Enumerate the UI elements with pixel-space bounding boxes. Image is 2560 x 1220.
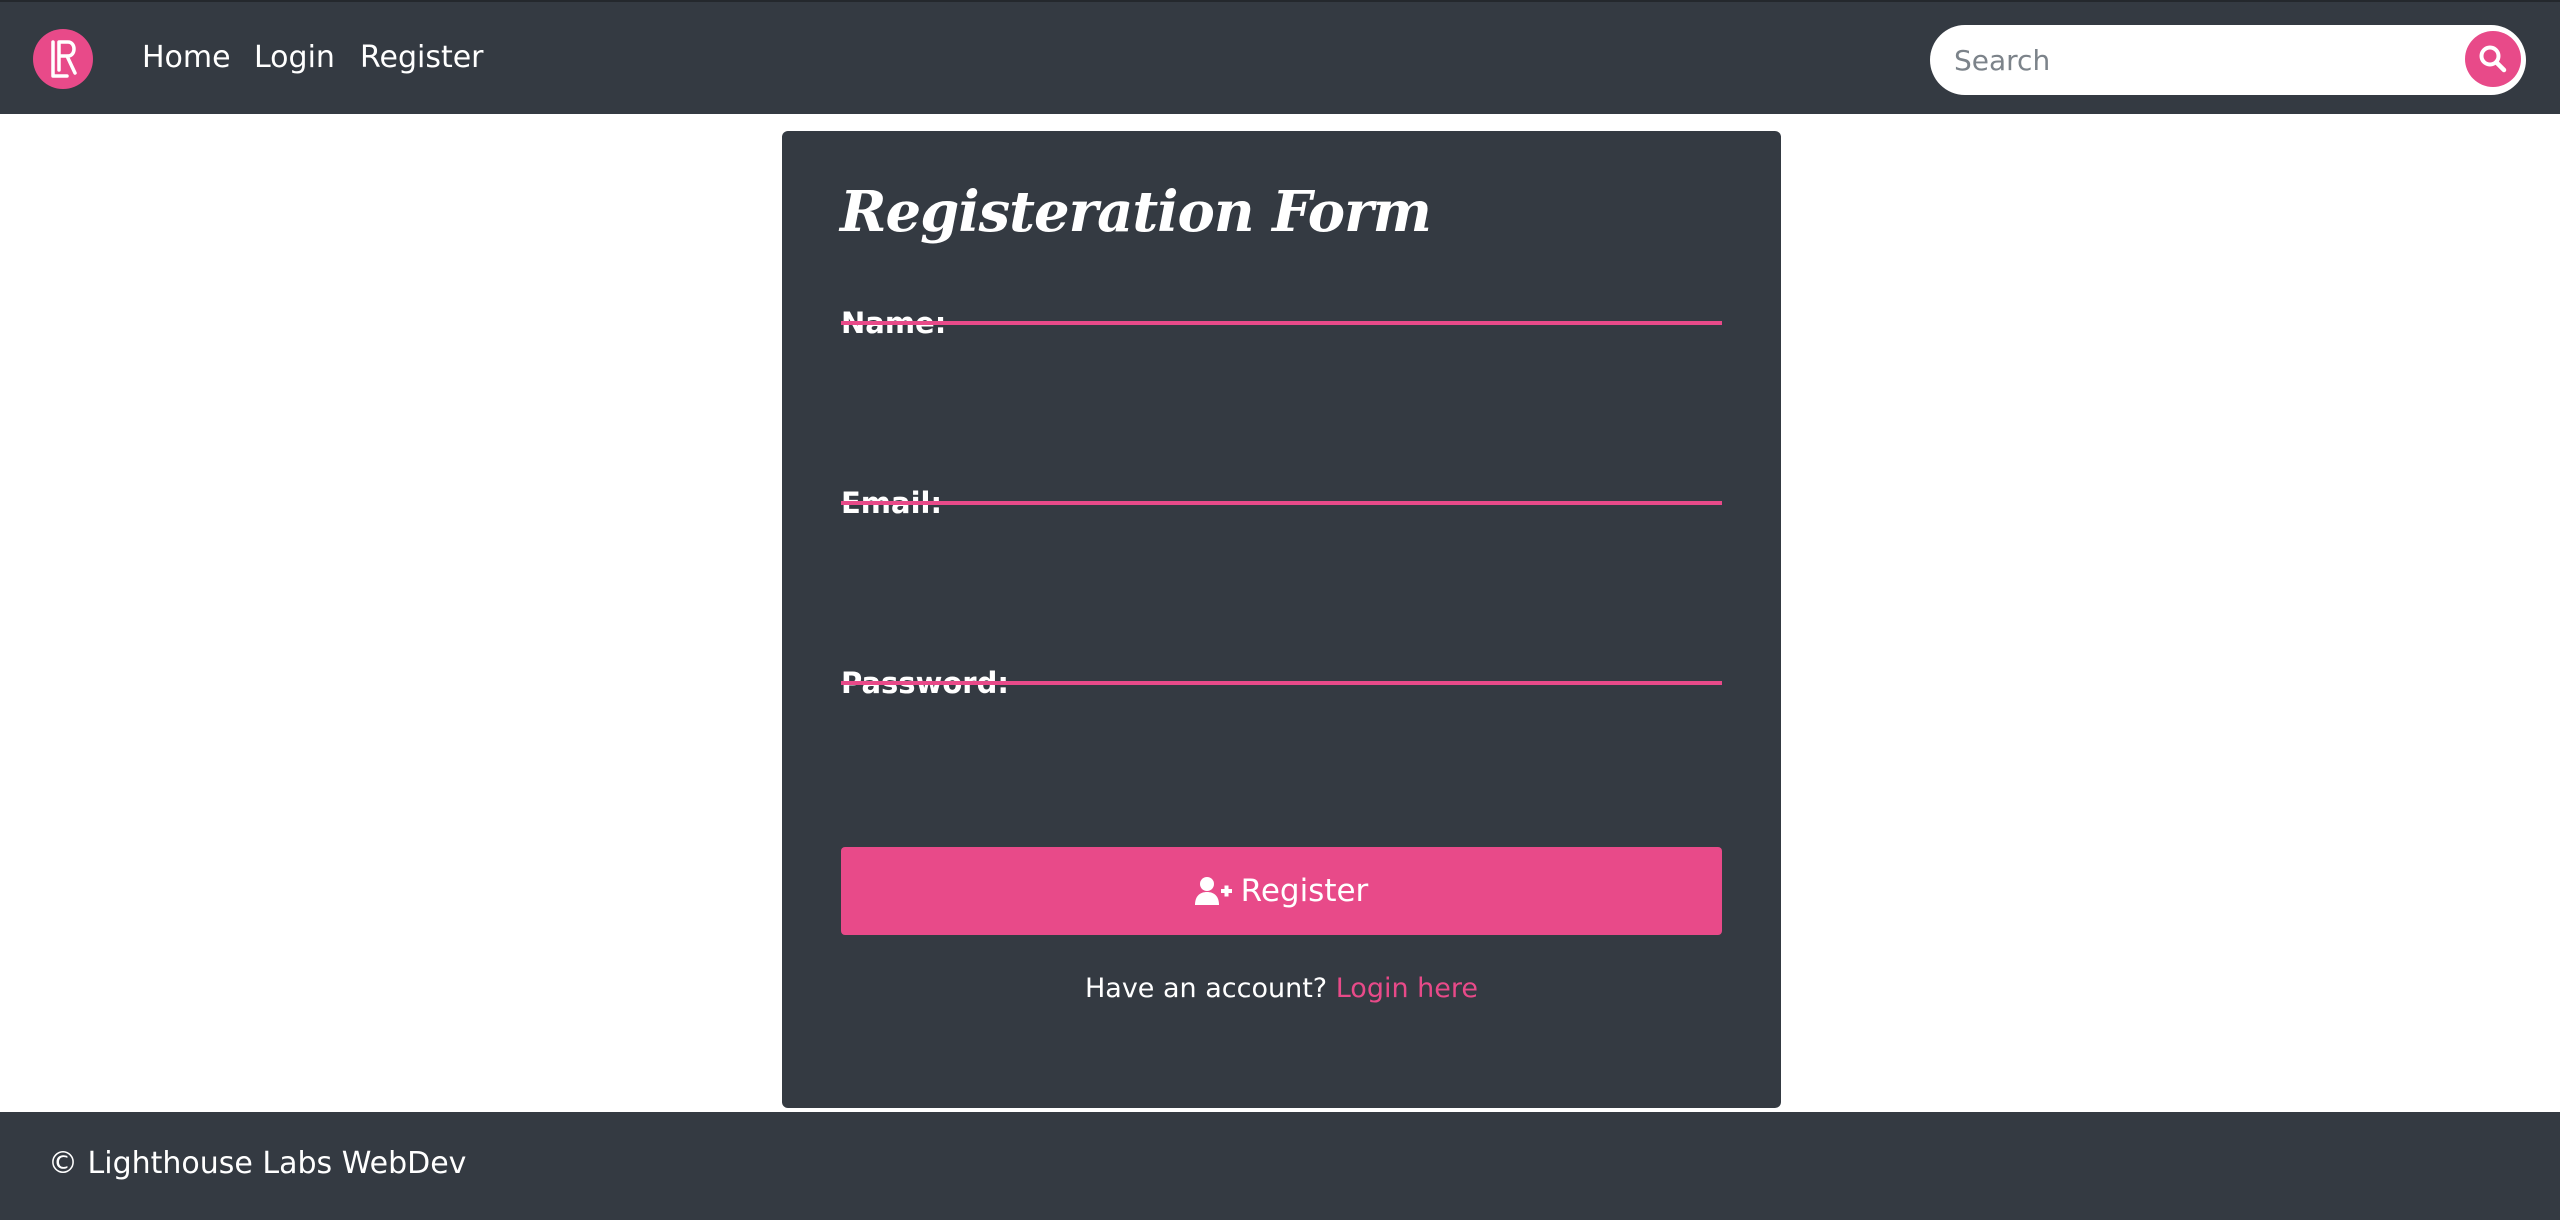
name-field[interactable] (841, 265, 1722, 325)
form-title: Registeration Form (840, 179, 1432, 245)
registration-card: Registeration Form Name: Email: Password… (782, 131, 1781, 1108)
nav-home-link[interactable]: Home (142, 36, 231, 80)
register-button-label: Register (1240, 873, 1369, 909)
user-plus-icon (1194, 877, 1232, 905)
nav-login-link[interactable]: Login (254, 36, 335, 80)
navbar: Home Login Register (0, 0, 2560, 114)
email-field[interactable] (841, 445, 1722, 505)
search-input[interactable] (1952, 35, 2432, 85)
brand-logo[interactable] (33, 29, 93, 89)
footer-copyright: © Lighthouse Labs WebDev (48, 1146, 467, 1181)
register-button[interactable]: Register (841, 847, 1722, 935)
lr-logo-icon (51, 40, 77, 78)
password-field[interactable] (841, 625, 1722, 685)
footer: © Lighthouse Labs WebDev (0, 1112, 2560, 1220)
login-here-link[interactable]: Login here (1336, 973, 1478, 1004)
account-prompt: Have an account? Login here (782, 973, 1781, 1004)
account-prompt-text: Have an account? (1084, 973, 1328, 1004)
search-icon (2479, 45, 2507, 73)
search-bar (1930, 25, 2526, 95)
nav-register-link[interactable]: Register (360, 36, 484, 80)
search-button[interactable] (2465, 31, 2521, 87)
